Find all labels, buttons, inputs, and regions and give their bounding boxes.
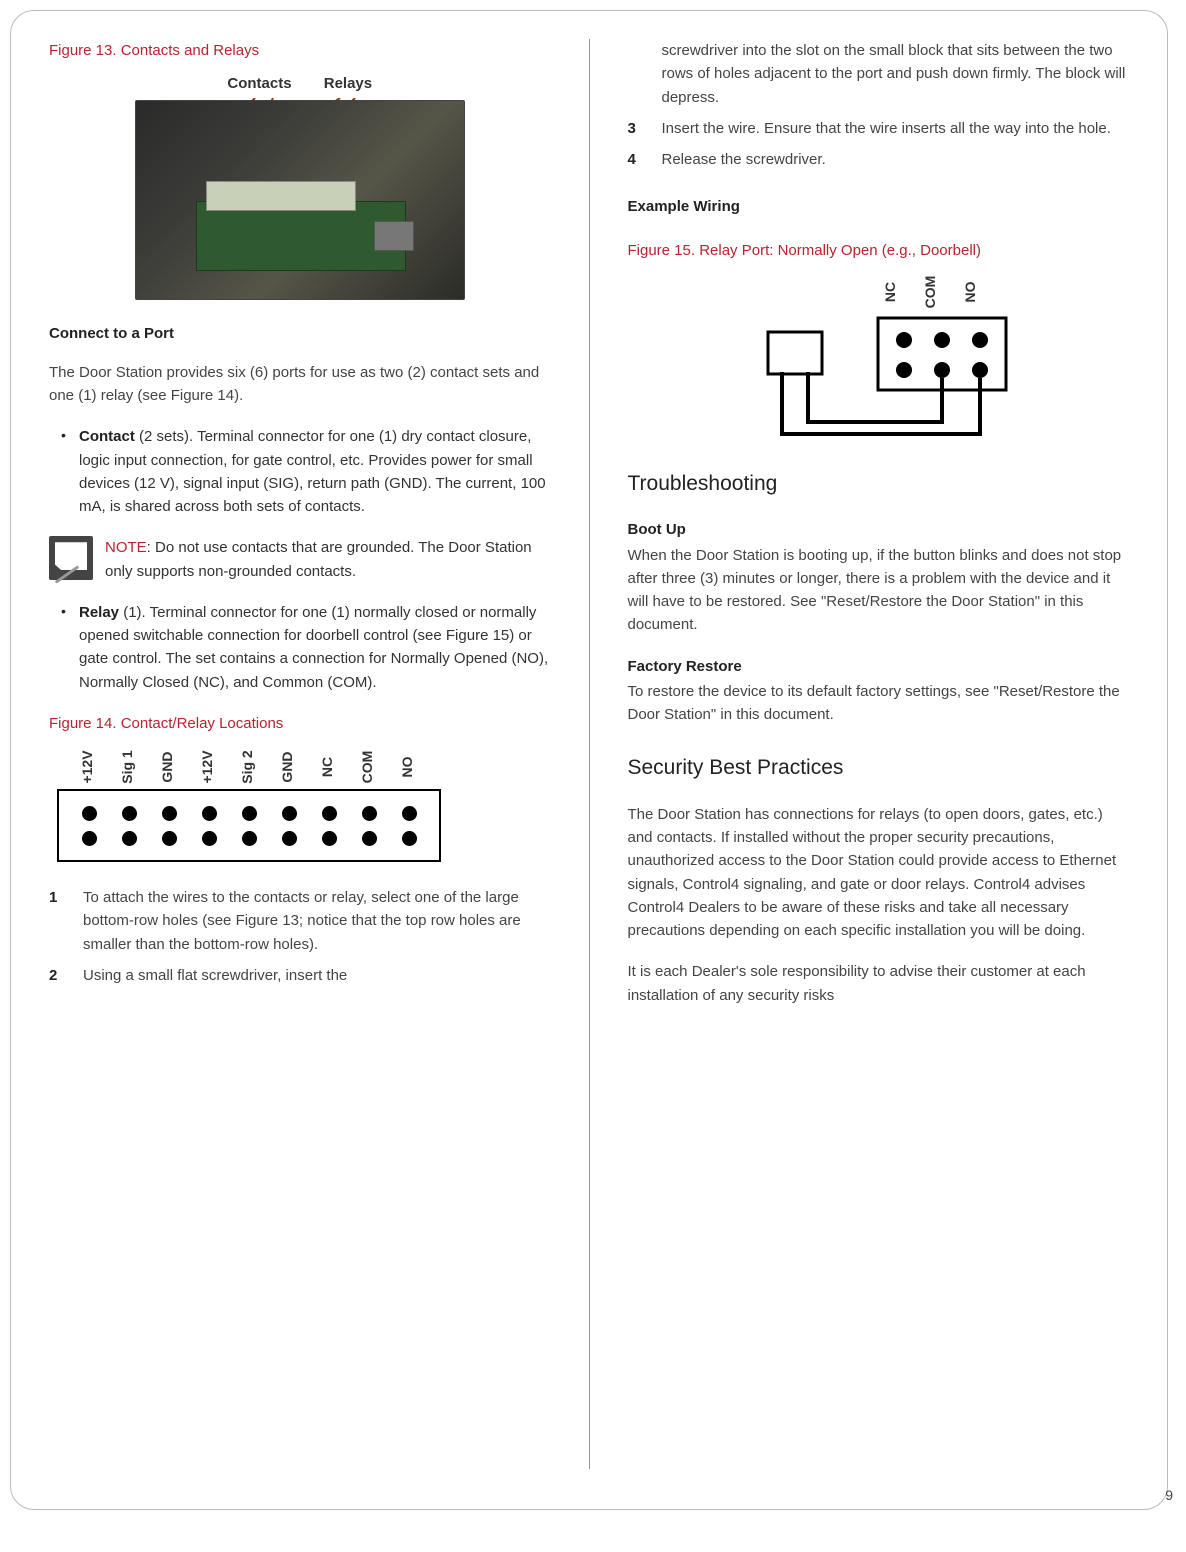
figure-15-caption: Figure 15. Relay Port: Normally Open (e.… [628,239,1130,262]
pin-label: GND [265,747,309,787]
bullet-relay-lead: Relay [79,604,119,621]
fig14-bottom-row [69,827,429,849]
fig15-wiring-svg [738,312,1018,442]
note-icon [49,536,93,580]
wiring-steps-left: To attach the wires to the contacts or r… [49,886,551,987]
pin-label: NC [305,747,349,787]
note-body: : Do not use contacts that are grounded.… [105,539,532,579]
step-2-partial: Using a small flat screwdriver, insert t… [49,964,551,987]
pin-label: NO [385,747,429,787]
security-paragraph-2: It is each Dealer's sole responsibility … [628,960,1130,1007]
pin-label: +12V [65,747,109,787]
step-1: To attach the wires to the contacts or r… [49,886,551,956]
pin-label: NC [870,272,910,312]
figure-13-photo [135,100,465,300]
page: Figure 13. Contacts and Relays Contacts … [10,10,1168,1510]
step-2-continued: screwdriver into the slot on the small b… [628,39,1130,109]
step-3: Insert the wire. Ensure that the wire in… [628,117,1130,140]
pin-label: Sig 2 [225,747,269,787]
note-block: NOTE: Do not use contacts that are groun… [49,536,551,583]
fig13-label-relays: Relays [324,75,372,92]
pin-label: NO [950,272,990,312]
bullet-relay: Relay (1). Terminal connector for one (1… [57,601,551,694]
note-lead: NOTE [105,539,147,556]
factory-restore-body: To restore the device to its default fac… [628,680,1130,727]
figure-14-caption: Figure 14. Contact/Relay Locations [49,712,551,735]
wiring-steps-right: Insert the wire. Ensure that the wire in… [628,117,1130,172]
pin-label: Sig 1 [105,747,149,787]
fig14-top-row [69,802,429,824]
fig15-pin-labels: NC COM NO [738,272,1018,312]
figure-14-diagram: +12V Sig 1 GND +12V Sig 2 GND NC COM NO [49,745,449,862]
left-column: Figure 13. Contacts and Relays Contacts … [11,39,590,1469]
fig14-terminal-block [57,789,441,862]
figure-13-labels: Contacts Relays [49,72,551,95]
bullet-relay-body: (1). Terminal connector for one (1) norm… [79,604,548,691]
bootup-body: When the Door Station is booting up, if … [628,544,1130,637]
connect-intro: The Door Station provides six (6) ports … [49,361,551,408]
connect-to-port-heading: Connect to a Port [49,322,551,345]
figure-13-caption: Figure 13. Contacts and Relays [49,39,551,62]
figure-15-diagram: NC COM NO [738,272,1018,442]
example-wiring-heading: Example Wiring [628,195,1130,218]
bootup-lead: Boot Up [628,518,1130,541]
step-4: Release the screwdriver. [628,148,1130,171]
troubleshooting-heading: Troubleshooting [628,468,1130,501]
page-number: 9 [1165,1485,1173,1507]
figure-13-wrapper [135,100,465,300]
port-bullet-list: Contact (2 sets). Terminal connector for… [57,425,551,518]
port-bullet-list-2: Relay (1). Terminal connector for one (1… [57,601,551,694]
fig13-label-contacts: Contacts [227,75,291,92]
security-heading: Security Best Practices [628,752,1130,785]
note-text: NOTE: Do not use contacts that are groun… [105,536,551,583]
pin-label: COM [345,747,389,787]
factory-restore-lead: Factory Restore [628,655,1130,678]
bullet-contact-lead: Contact [79,428,135,445]
bullet-contact: Contact (2 sets). Terminal connector for… [57,425,551,518]
pin-label: +12V [185,747,229,787]
right-column: screwdriver into the slot on the small b… [590,39,1168,1469]
pin-label: GND [145,747,189,787]
pin-label: COM [910,272,950,312]
fig14-pin-labels: +12V Sig 1 GND +12V Sig 2 GND NC COM NO [67,745,449,789]
security-paragraph-1: The Door Station has connections for rel… [628,803,1130,943]
bullet-contact-body: (2 sets). Terminal connector for one (1)… [79,428,546,515]
